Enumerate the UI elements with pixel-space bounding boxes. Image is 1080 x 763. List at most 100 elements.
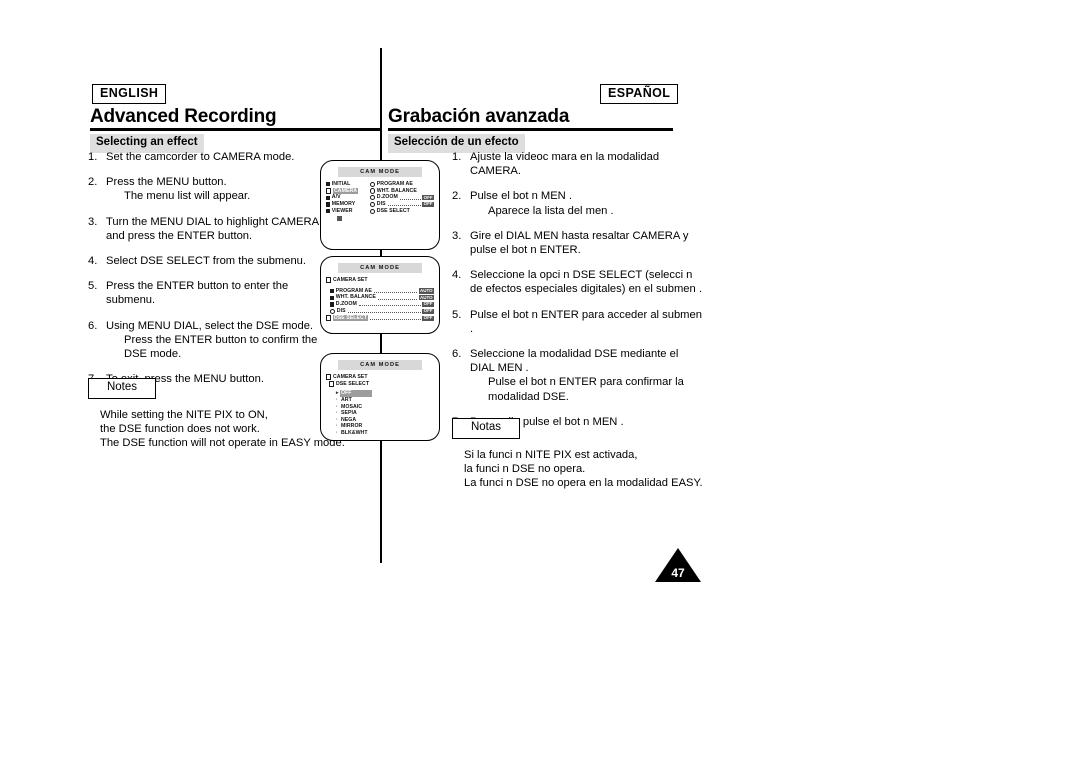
lcd-option-mosaic[interactable]: · MOSAIC [336, 404, 434, 411]
lcd-menu-label: INITIAL [331, 180, 351, 187]
lcd-submenu-item-program-ae[interactable]: PROGRAM AE [370, 181, 434, 188]
lcd-menu-left-column: INITIAL CAMERA A/V MEMORY VIEWER [326, 181, 370, 222]
language-badge-spanish: ESPAÑOL [600, 84, 679, 104]
lcd-option-label: MIRROR [341, 423, 363, 430]
step-text: Press the MENU button. [106, 176, 227, 189]
lcd-submenu-item-dse-select[interactable]: DSE SELECT [370, 208, 434, 215]
lcd-option-label: SEPIA [341, 410, 357, 417]
bullet-icon [370, 188, 376, 194]
lcd-setting-label: PROGRAM AE [335, 287, 372, 294]
lcd-submenu-label: PROGRAM AE [376, 180, 413, 187]
scroll-marker-icon [337, 215, 343, 221]
lcd-setting-wht-balance[interactable]: WHT. BALANCE AUTO [326, 294, 434, 301]
step-number: 2. [88, 176, 98, 189]
step-number: 6. [452, 348, 462, 361]
lcd-setting-d-zoom[interactable]: D.ZOOM OFF [326, 301, 434, 308]
lcd-setting-dse-select[interactable]: DSE SELECT OFF [326, 314, 434, 322]
step-text: Using MENU DIAL, select the DSE mode. [106, 319, 314, 332]
list-item: 3. Gire el DIAL MEN hasta resaltar CAMER… [452, 229, 702, 257]
steps-list-english: 1. Set the camcorder to CAMERA mode. 2. … [88, 150, 338, 397]
page-number-badge: 47 [655, 548, 701, 582]
lcd-option-nega[interactable]: · NEGA [336, 417, 434, 424]
step-number: 4. [452, 269, 462, 282]
note-line: La funci n DSE no opera en la modalidad … [464, 477, 703, 490]
list-item: 6. Using MENU DIAL, select the DSE mode.… [88, 319, 338, 362]
lcd-menu-item-memory[interactable]: MEMORY [326, 201, 370, 208]
lcd-setting-label: D.ZOOM [335, 301, 357, 308]
lcd-option-off[interactable]: ▸ OFF [336, 390, 434, 397]
lcd-menu-scroll-indicator [326, 215, 370, 222]
step-number: 4. [88, 255, 98, 268]
folder-icon [326, 202, 331, 207]
step-number: 2. [452, 190, 462, 203]
leader-dots [377, 295, 418, 300]
lcd-setting-dis[interactable]: DIS OFF [326, 308, 434, 315]
step-subtext: Pulse el bot n ENTER para confirmar la m… [488, 376, 684, 403]
notes-label: Notes [88, 378, 159, 401]
folder-icon [326, 182, 331, 187]
step-text: Pulse el bot n MEN . [470, 190, 572, 203]
lcd-option-list: ▸ OFF · ART · MOSAIC · SEPIA · NEGA · MI… [336, 390, 434, 436]
lcd-setting-value: AUTO [418, 287, 434, 294]
bullet-icon [370, 195, 376, 201]
lcd-breadcrumb-camera-set: CAMERA SET [326, 374, 434, 381]
folder-open-icon [326, 315, 332, 321]
step-text: Turn the MENU DIAL to highlight CAMERA a… [106, 215, 319, 242]
list-item: 4. Seleccione la opci n DSE SELECT (sele… [452, 268, 702, 296]
lcd-menu-item-av[interactable]: A/V [326, 194, 370, 201]
lcd-option-label: MOSAIC [341, 403, 363, 410]
lcd-menu-item-initial[interactable]: INITIAL [326, 181, 370, 188]
step-text: Set the camcorder to CAMERA mode. [106, 151, 295, 163]
lcd-breadcrumb-label: DSE SELECT [335, 380, 370, 387]
lcd-menu-item-viewer[interactable]: VIEWER [326, 208, 370, 215]
step-text: Seleccione la opci n DSE SELECT (selecci… [470, 269, 702, 296]
lcd-option-mirror[interactable]: · MIRROR [336, 423, 434, 430]
lcd-setting-label: DIS [336, 308, 346, 315]
lcd-setting-program-ae[interactable]: PROGRAM AE AUTO [326, 288, 434, 295]
step-number: 5. [88, 280, 98, 293]
folder-open-icon [326, 374, 332, 380]
lcd-option-art[interactable]: · ART [336, 397, 434, 404]
step-subtext: Aparece la lista del men . [488, 204, 614, 217]
lcd-breadcrumb-label: CAMERA SET [332, 276, 368, 283]
lcd-submenu-item-wht-balance[interactable]: WHT. BALANCE [370, 188, 434, 195]
note-line: la funci n DSE no opera. [464, 462, 586, 475]
folder-open-icon [326, 188, 332, 194]
step-number: 1. [452, 151, 462, 163]
lcd-setting-value: OFF [422, 308, 434, 314]
note-line: The DSE function will not operate in EAS… [100, 437, 345, 450]
square-icon [330, 288, 335, 294]
page-title-spanish: Grabación avanzada [388, 106, 570, 127]
lcd-title: CAM MODE [338, 360, 422, 370]
lcd-submenu-item-d-zoom[interactable]: D.ZOOM OFF [370, 194, 434, 201]
title-rule-english [90, 128, 380, 131]
notes-content: While setting the NITE PIX to ON, the DS… [88, 408, 348, 451]
lcd-menu-label: VIEWER [331, 208, 353, 215]
lcd-menu-item-camera[interactable]: CAMERA [326, 187, 370, 195]
lcd-breadcrumb-dse-select: DSE SELECT [326, 381, 434, 388]
list-item: 6. Seleccione la modalidad DSE mediante … [452, 347, 702, 404]
lcd-setting-label: DSE SELECT [332, 314, 369, 322]
notes-label: Notas [452, 418, 523, 441]
leader-dots [399, 195, 421, 200]
lcd-option-sepia[interactable]: · SEPIA [336, 410, 434, 417]
lcd-title: CAM MODE [338, 263, 422, 273]
lcd-option-blk-wht[interactable]: · BLK&WHT [336, 430, 434, 437]
lcd-menu-label: A/V [331, 194, 341, 201]
list-item: 2. Pulse el bot n MEN . Aparece la lista… [452, 189, 702, 217]
lcd-setting-value: OFF [422, 301, 434, 308]
step-subtext: The menu list will appear. [124, 190, 251, 203]
step-text: Press the ENTER button to enter the subm… [106, 280, 289, 307]
lcd-breadcrumb-label: CAMERA SET [332, 373, 368, 380]
lcd-menu-label: MEMORY [331, 201, 356, 208]
lcd-menu-right-column: PROGRAM AE WHT. BALANCE D.ZOOM OFF DIS O… [370, 181, 434, 222]
note-line: While setting the NITE PIX to ON, [100, 408, 268, 421]
note-line: Si la funci n NITE PIX est activada, [464, 448, 638, 461]
page-title-english: Advanced Recording [90, 106, 277, 127]
lcd-submenu-item-dis[interactable]: DIS OFF [370, 201, 434, 208]
lcd-setting-value: OFF [422, 314, 434, 321]
title-rule-spanish [388, 128, 673, 131]
folder-open-icon [329, 381, 335, 387]
step-number: 6. [88, 319, 98, 332]
step-text: Pulse el bot n ENTER para acceder al sub… [470, 308, 702, 335]
